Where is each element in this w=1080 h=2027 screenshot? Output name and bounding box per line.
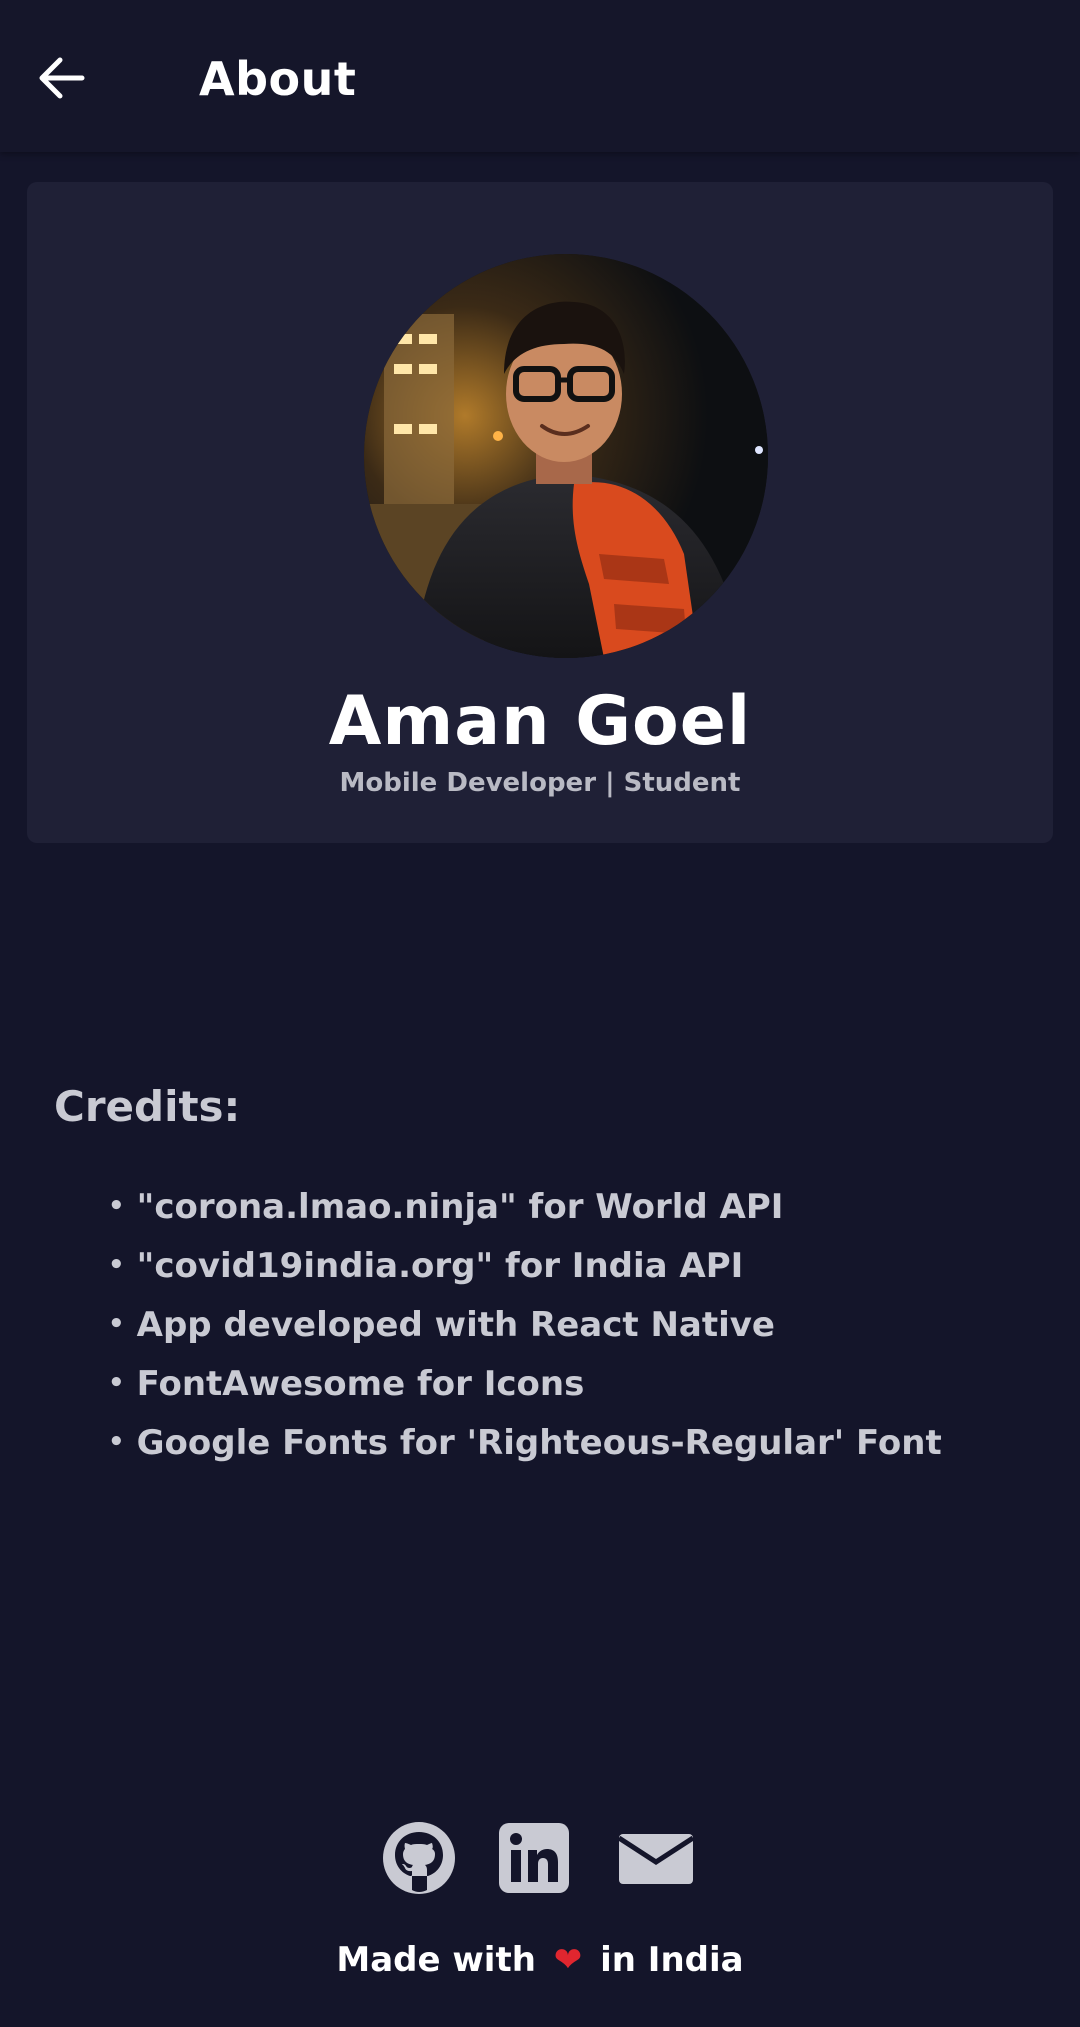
- credits-title: Credits:: [54, 1082, 241, 1131]
- footer-text: Made with ❤ in India: [0, 1940, 1080, 1980]
- social-links: [0, 1820, 1080, 1896]
- list-item: "corona.lmao.ninja" for World API: [108, 1178, 942, 1237]
- app-bar: About: [0, 0, 1080, 152]
- profile-photo: [364, 254, 768, 658]
- back-button[interactable]: [38, 48, 108, 108]
- profile-name: Aman Goel: [328, 682, 752, 761]
- list-item: "covid19india.org" for India API: [108, 1237, 942, 1296]
- github-link[interactable]: [381, 1820, 457, 1896]
- list-item: App developed with React Native: [108, 1296, 942, 1355]
- linkedin-link[interactable]: [496, 1820, 572, 1896]
- footer-suffix: in India: [600, 1940, 744, 1980]
- profile-card: Aman Goel Mobile Developer | Student: [27, 182, 1053, 843]
- arrow-left-icon: [39, 57, 85, 99]
- page-title: About: [199, 52, 357, 106]
- mail-icon: [617, 1834, 695, 1884]
- credits-list: "corona.lmao.ninja" for World API "covid…: [108, 1178, 942, 1473]
- github-icon: [383, 1822, 455, 1894]
- list-item: FontAwesome for Icons: [108, 1355, 942, 1414]
- heart-icon: ❤: [553, 1940, 583, 1980]
- profile-role: Mobile Developer | Student: [339, 768, 741, 798]
- avatar: [364, 254, 768, 658]
- linkedin-icon: [499, 1823, 569, 1893]
- footer-prefix: Made with: [336, 1940, 536, 1980]
- list-item: Google Fonts for 'Righteous-Regular' Fon…: [108, 1414, 942, 1473]
- mail-link[interactable]: [617, 1820, 695, 1896]
